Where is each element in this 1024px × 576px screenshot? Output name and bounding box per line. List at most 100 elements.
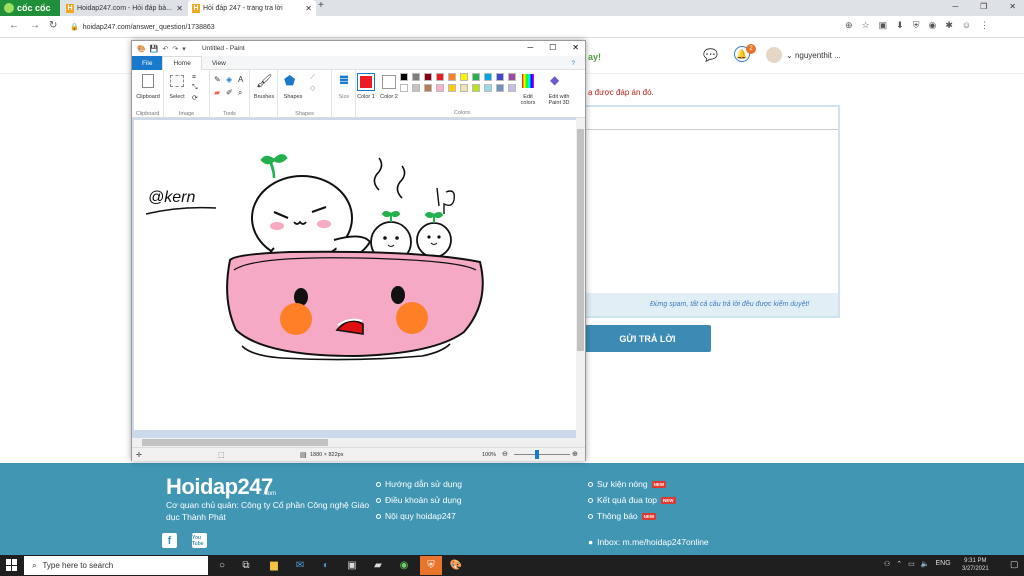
close-icon[interactable]: ✕: [572, 43, 579, 52]
color-picker-icon[interactable]: ✐: [226, 88, 233, 97]
palette-swatch[interactable]: [448, 84, 456, 92]
color2-slot[interactable]: [382, 75, 396, 89]
brush-icon[interactable]: 🖌: [256, 73, 273, 89]
palette-swatch[interactable]: [436, 73, 444, 81]
palette-swatch[interactable]: [472, 73, 480, 81]
edge-icon[interactable]: ◐: [318, 557, 334, 573]
submit-answer-button[interactable]: GỬI TRẢ LỜI: [584, 325, 711, 352]
resize-icon[interactable]: ⤡: [192, 84, 198, 92]
footer-link-events[interactable]: Sự kiện nóng NEW: [588, 479, 667, 489]
footer-link-top-results[interactable]: Kết quả đua top NEW: [588, 495, 676, 505]
palette-swatch[interactable]: [400, 84, 408, 92]
tab-close-icon[interactable]: ✕: [176, 4, 183, 13]
palette-swatch[interactable]: [460, 84, 468, 92]
size-button[interactable]: Size: [332, 94, 356, 100]
paint-menu-home[interactable]: Home: [162, 56, 202, 70]
zoom-out-icon[interactable]: ⊖: [502, 450, 508, 458]
download-icon[interactable]: ⬇: [896, 20, 904, 31]
avatar[interactable]: [766, 47, 782, 63]
paint3d-button[interactable]: Edit with Paint 3D: [542, 94, 576, 106]
select-icon[interactable]: [170, 75, 184, 87]
forward-arrow-icon[interactable]: →: [30, 20, 40, 31]
menu-dots-icon[interactable]: ⋮: [980, 20, 989, 31]
vertical-scroll-thumb[interactable]: [577, 129, 584, 351]
url-field[interactable]: 🔒 hoidap247.com/answer_question/1738863: [70, 19, 840, 35]
back-arrow-icon[interactable]: ←: [9, 20, 19, 31]
paint-menu-view[interactable]: View: [202, 56, 236, 70]
facebook-icon[interactable]: f: [162, 533, 177, 548]
palette-swatch[interactable]: [472, 84, 480, 92]
palette-swatch[interactable]: [508, 84, 516, 92]
edit-colors-button[interactable]: Edit colors: [516, 94, 540, 106]
outline-icon[interactable]: ⟋: [310, 74, 315, 82]
palette-swatch[interactable]: [448, 73, 456, 81]
taskbar-clock[interactable]: 9:31 PM 3/27/2021: [962, 557, 989, 573]
minimize-icon[interactable]: ─: [952, 2, 958, 11]
browser-tab-2-active[interactable]: H Hỏi đáp 247 - trang tra lời ✕: [188, 0, 316, 16]
zoom-slider[interactable]: [514, 454, 570, 455]
notifications-icon[interactable]: ▢: [1010, 559, 1019, 570]
redo-icon[interactable]: ↷: [172, 45, 178, 53]
username-label[interactable]: ⌄ nguyenthit ...: [786, 51, 841, 60]
paint-title-bar[interactable]: [132, 41, 585, 56]
youtube-icon[interactable]: You Tube: [192, 533, 207, 548]
store-icon[interactable]: ▣: [344, 557, 360, 573]
zoom-slider-thumb[interactable]: [535, 450, 539, 459]
paint-window[interactable]: 🎨 💾 ↶ ↷ ▾ Untitled - Paint ─ ☐ ✕ File Home Vie…: [131, 40, 586, 461]
pencil-icon[interactable]: ✎: [214, 75, 221, 84]
brushes-button[interactable]: Brushes: [250, 94, 278, 100]
palette-swatch[interactable]: [484, 84, 492, 92]
footer-link-rules[interactable]: Nội quy hoidap247: [376, 511, 456, 521]
paint-taskbar-icon[interactable]: 🎨: [448, 557, 464, 573]
paint3d-icon[interactable]: ◆: [550, 73, 559, 87]
zoom-icon[interactable]: ⊕: [845, 20, 853, 31]
profile-icon[interactable]: ☺: [962, 20, 971, 31]
horizontal-scroll-thumb[interactable]: [142, 439, 328, 446]
footer-link-inbox[interactable]: ● Inbox: m.me/hoidap247online: [588, 537, 709, 547]
shield-icon[interactable]: ⛨: [913, 20, 920, 31]
palette-swatch[interactable]: [424, 84, 432, 92]
volume-icon[interactable]: 🔈: [921, 560, 930, 568]
answer-editor[interactable]: [584, 105, 840, 318]
people-icon[interactable]: ⚇: [884, 560, 890, 568]
palette-swatch[interactable]: [436, 84, 444, 92]
coccoc-brand-button[interactable]: cốc cốc: [0, 0, 60, 16]
network-icon[interactable]: ▭: [908, 560, 915, 568]
taskbar-search-box[interactable]: ⌕ Type here to search: [24, 556, 208, 575]
magnifier-icon[interactable]: ⌕: [238, 88, 242, 98]
select-button[interactable]: Select: [166, 94, 188, 100]
footer-link-guide[interactable]: Hướng dẫn sử dụng: [376, 479, 462, 489]
close-icon[interactable]: ✕: [1009, 2, 1016, 11]
minimize-icon[interactable]: ─: [527, 43, 533, 52]
browser-tab-1[interactable]: H Hoidap247.com - Hỏi đáp bà... ✕: [62, 0, 187, 16]
cortana-icon[interactable]: ○: [214, 557, 230, 573]
footer-logo[interactable]: Hoidap247: [166, 474, 273, 500]
puzzle-icon[interactable]: ✱: [945, 20, 953, 31]
mail-icon[interactable]: ✉: [292, 557, 308, 573]
clipboard-button[interactable]: Clipboard: [132, 94, 164, 100]
edit-colors-icon[interactable]: [522, 74, 534, 88]
palette-swatch[interactable]: [496, 84, 504, 92]
maximize-icon[interactable]: ☐: [549, 43, 556, 52]
new-tab-icon[interactable]: +: [318, 0, 324, 11]
zoom-in-icon[interactable]: ⊕: [572, 450, 578, 458]
fill-icon[interactable]: ◈: [226, 75, 232, 84]
eraser-icon[interactable]: ▰: [214, 88, 220, 97]
palette-swatch[interactable]: [508, 73, 516, 81]
palette-swatch[interactable]: [400, 73, 408, 81]
footer-link-announcements[interactable]: Thông báo NEW: [588, 511, 657, 521]
shield-app-icon[interactable]: ⛨: [420, 556, 442, 575]
windows-start-icon[interactable]: [6, 559, 18, 571]
rotate-icon[interactable]: ⟳: [192, 94, 198, 102]
crop-icon[interactable]: ⌗: [192, 74, 196, 82]
app-icon[interactable]: ▰: [370, 557, 386, 573]
undo-icon[interactable]: ↶: [162, 45, 168, 53]
paint-menu-file[interactable]: File: [132, 56, 163, 70]
save-icon[interactable]: 💾: [150, 45, 159, 53]
palette-swatch[interactable]: [460, 73, 468, 81]
customize-icon[interactable]: ▾: [182, 45, 186, 53]
maximize-icon[interactable]: ❐: [980, 2, 987, 11]
palette-swatch[interactable]: [412, 73, 420, 81]
coccoc-extension-icon[interactable]: ◉: [928, 20, 936, 31]
palette-swatch[interactable]: [424, 73, 432, 81]
